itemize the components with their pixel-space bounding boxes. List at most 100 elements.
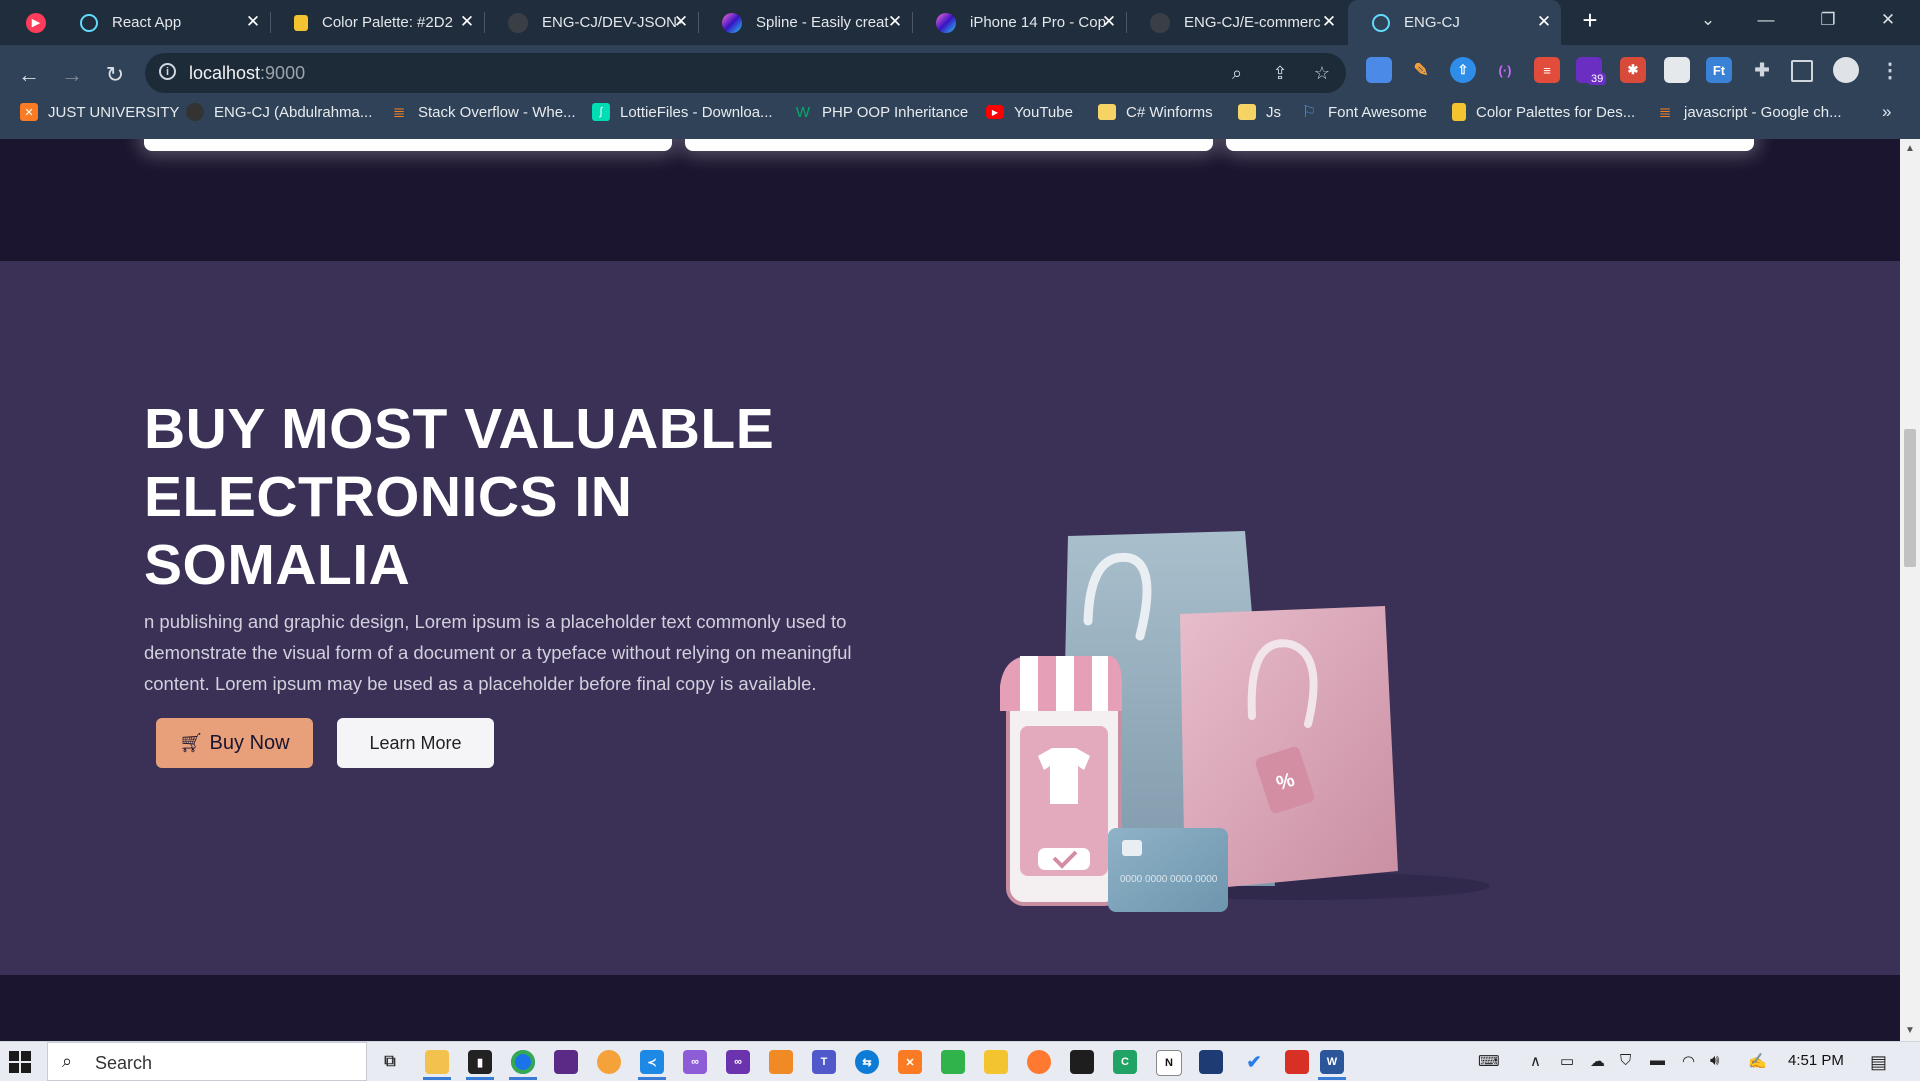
close-tab-icon[interactable]: ✕ bbox=[672, 13, 690, 31]
wifi-icon[interactable]: ◠ bbox=[1682, 1052, 1695, 1070]
app-red-icon[interactable] bbox=[1285, 1050, 1309, 1074]
tab-spline[interactable]: Spline - Easily creat ✕ bbox=[698, 0, 913, 45]
reload-icon[interactable]: ↻ bbox=[97, 57, 133, 93]
buy-now-button[interactable]: 🛒︎ Buy Now bbox=[156, 718, 313, 768]
extension-todoist-icon[interactable]: ≡ bbox=[1534, 57, 1560, 83]
search-icon: ⌕ bbox=[62, 1051, 73, 1071]
extension-ft-icon[interactable]: Ft bbox=[1706, 57, 1732, 83]
more-bookmarks-chevron-icon[interactable]: » bbox=[1882, 100, 1891, 124]
back-arrow-icon[interactable]: ← bbox=[11, 57, 47, 93]
app-green-icon[interactable] bbox=[941, 1050, 965, 1074]
show-hidden-icons-chevron-icon[interactable]: ∧ bbox=[1530, 1052, 1541, 1070]
todo-check-icon[interactable]: ✔ bbox=[1242, 1050, 1266, 1074]
battery-icon[interactable]: ▬ bbox=[1650, 1052, 1665, 1069]
minimize-button[interactable]: — bbox=[1738, 0, 1794, 40]
extensions-puzzle-icon[interactable]: ✚ bbox=[1749, 57, 1775, 83]
file-explorer-icon[interactable] bbox=[425, 1050, 449, 1074]
tab-search-chevron-icon[interactable]: ⌄ bbox=[1680, 0, 1736, 40]
bookmark-folder-js[interactable]: Js bbox=[1238, 100, 1281, 124]
bookmark-font-awesome[interactable]: ⚐ Font Awesome bbox=[1300, 100, 1427, 124]
close-tab-icon[interactable]: ✕ bbox=[458, 13, 476, 31]
bookmark-lottiefiles[interactable]: ∫ LottieFiles - Downloa... bbox=[592, 100, 773, 124]
chrome-icon[interactable] bbox=[511, 1050, 535, 1074]
menu-kebab-icon[interactable]: ⋮ bbox=[1877, 57, 1903, 83]
close-tab-icon[interactable]: ✕ bbox=[244, 13, 262, 31]
taskbar-clock[interactable]: 4:51 PM bbox=[1788, 1052, 1844, 1069]
tab-e-commerce[interactable]: ENG-CJ/E-commerc ✕ bbox=[1126, 0, 1346, 45]
bookmark-php-oop[interactable]: W PHP OOP Inheritance bbox=[794, 100, 968, 124]
close-tab-icon[interactable]: ✕ bbox=[886, 13, 904, 31]
phpstorm-icon[interactable] bbox=[554, 1050, 578, 1074]
teams-icon[interactable]: T bbox=[812, 1050, 836, 1074]
visual-studio-icon[interactable]: ∞ bbox=[683, 1050, 707, 1074]
bookmark-label: Color Palettes for Des... bbox=[1476, 103, 1636, 121]
extension-page-icon[interactable] bbox=[1664, 57, 1690, 83]
tab-react-app[interactable]: React App ✕ bbox=[56, 0, 271, 45]
close-window-button[interactable]: ✕ bbox=[1860, 0, 1916, 40]
scroll-up-arrow-icon[interactable]: ▲ bbox=[1904, 143, 1916, 155]
share-icon[interactable]: ⇪ bbox=[1269, 62, 1291, 84]
camtasia-icon[interactable]: C bbox=[1113, 1050, 1137, 1074]
close-tab-icon[interactable]: ✕ bbox=[1100, 13, 1118, 31]
firefox-icon[interactable] bbox=[597, 1050, 621, 1074]
tab-iphone-figma[interactable]: iPhone 14 Pro - Cop ✕ bbox=[912, 0, 1127, 45]
forward-arrow-icon[interactable]: → bbox=[54, 57, 90, 93]
url-text[interactable]: localhost:9000 bbox=[189, 63, 305, 84]
volume-icon[interactable]: 🔊︎ bbox=[1710, 1052, 1719, 1069]
app-puzzle-icon[interactable] bbox=[984, 1050, 1008, 1074]
task-view-icon[interactable]: ⧉ bbox=[378, 1050, 402, 1074]
pen-workspace-icon[interactable]: ✍ bbox=[1748, 1052, 1767, 1070]
bookmark-stack-overflow[interactable]: ≣ Stack Overflow - Whe... bbox=[390, 100, 576, 124]
learn-more-button[interactable]: Learn More bbox=[337, 718, 494, 768]
bookmark-javascript-google[interactable]: ≣ javascript - Google ch... bbox=[1656, 100, 1842, 124]
vscode-icon[interactable]: ≺ bbox=[640, 1050, 664, 1074]
teamviewer-icon[interactable]: ⇆ bbox=[855, 1050, 879, 1074]
security-shield-icon[interactable]: ⛉ bbox=[1620, 1052, 1631, 1069]
zoom-icon[interactable]: ⌕ bbox=[1226, 62, 1248, 84]
tab-eng-cj-active[interactable]: ENG-CJ ✕ bbox=[1348, 0, 1561, 45]
profile-avatar[interactable] bbox=[1833, 57, 1859, 83]
bookmark-star-icon[interactable]: ☆ bbox=[1311, 62, 1333, 84]
extension-bug-icon[interactable]: ✱ bbox=[1620, 57, 1646, 83]
phone-store bbox=[1000, 656, 1122, 906]
close-tab-icon[interactable]: ✕ bbox=[1535, 13, 1553, 31]
tab-youtube-music[interactable]: ▶ bbox=[0, 0, 55, 45]
visual-studio-alt-icon[interactable]: ∞ bbox=[726, 1050, 750, 1074]
word-icon[interactable]: W bbox=[1320, 1050, 1344, 1074]
bookmark-just-university[interactable]: ✕ JUST UNIVERSITY bbox=[20, 100, 179, 124]
bookmark-youtube[interactable]: ▶ YouTube bbox=[986, 100, 1073, 124]
stackoverflow-icon: ≣ bbox=[1658, 104, 1672, 121]
xampp-icon: ✕ bbox=[20, 103, 38, 121]
figma-icon[interactable] bbox=[1070, 1050, 1094, 1074]
scroll-thumb[interactable] bbox=[1904, 429, 1916, 567]
page-scrollbar[interactable]: ▲ ▼ bbox=[1900, 139, 1920, 1041]
notion-icon[interactable]: N bbox=[1156, 1050, 1182, 1076]
taskbar-search-box[interactable]: ⌕ Search bbox=[47, 1042, 367, 1081]
extension-vpn-icon[interactable]: ⇧ bbox=[1450, 57, 1476, 83]
notifications-icon[interactable]: ▤ bbox=[1870, 1052, 1887, 1073]
side-panel-icon[interactable] bbox=[1791, 60, 1813, 82]
onedrive-icon[interactable]: ☁ bbox=[1590, 1052, 1605, 1070]
meet-now-icon[interactable]: ▭ bbox=[1560, 1052, 1574, 1070]
close-tab-icon[interactable]: ✕ bbox=[1320, 13, 1338, 31]
bookmark-folder-csharp[interactable]: C# Winforms bbox=[1098, 100, 1213, 124]
extension-wave-icon[interactable]: (·) bbox=[1492, 57, 1518, 83]
site-info-icon[interactable]: i bbox=[159, 63, 176, 80]
sublime-icon[interactable] bbox=[769, 1050, 793, 1074]
windows-start-icon[interactable] bbox=[8, 1050, 32, 1074]
xampp-icon[interactable]: ✕ bbox=[898, 1050, 922, 1074]
scroll-down-arrow-icon[interactable]: ▼ bbox=[1904, 1025, 1916, 1037]
extension-pen-icon[interactable]: ✎ bbox=[1408, 57, 1434, 83]
postman-icon[interactable] bbox=[1027, 1050, 1051, 1074]
bookmark-eng-cj[interactable]: ENG-CJ (Abdulrahma... bbox=[186, 100, 372, 124]
new-tab-button[interactable]: + bbox=[1562, 0, 1618, 40]
tab-dev-json[interactable]: ENG-CJ/DEV-JSON- ✕ bbox=[484, 0, 699, 45]
terminal-icon[interactable]: ▮ bbox=[468, 1050, 492, 1074]
app-blue-icon[interactable] bbox=[1199, 1050, 1223, 1074]
address-bar[interactable]: i localhost:9000 ⌕ ⇪ ☆ bbox=[145, 53, 1346, 93]
restore-button[interactable]: ❐ bbox=[1800, 0, 1856, 40]
tab-color-palette[interactable]: Color Palette: #2D2 ✕ bbox=[270, 0, 485, 45]
extension-docs-icon[interactable] bbox=[1366, 57, 1392, 83]
keyboard-icon[interactable]: ⌨ bbox=[1478, 1052, 1500, 1070]
bookmark-color-palettes[interactable]: Color Palettes for Des... bbox=[1452, 100, 1635, 124]
